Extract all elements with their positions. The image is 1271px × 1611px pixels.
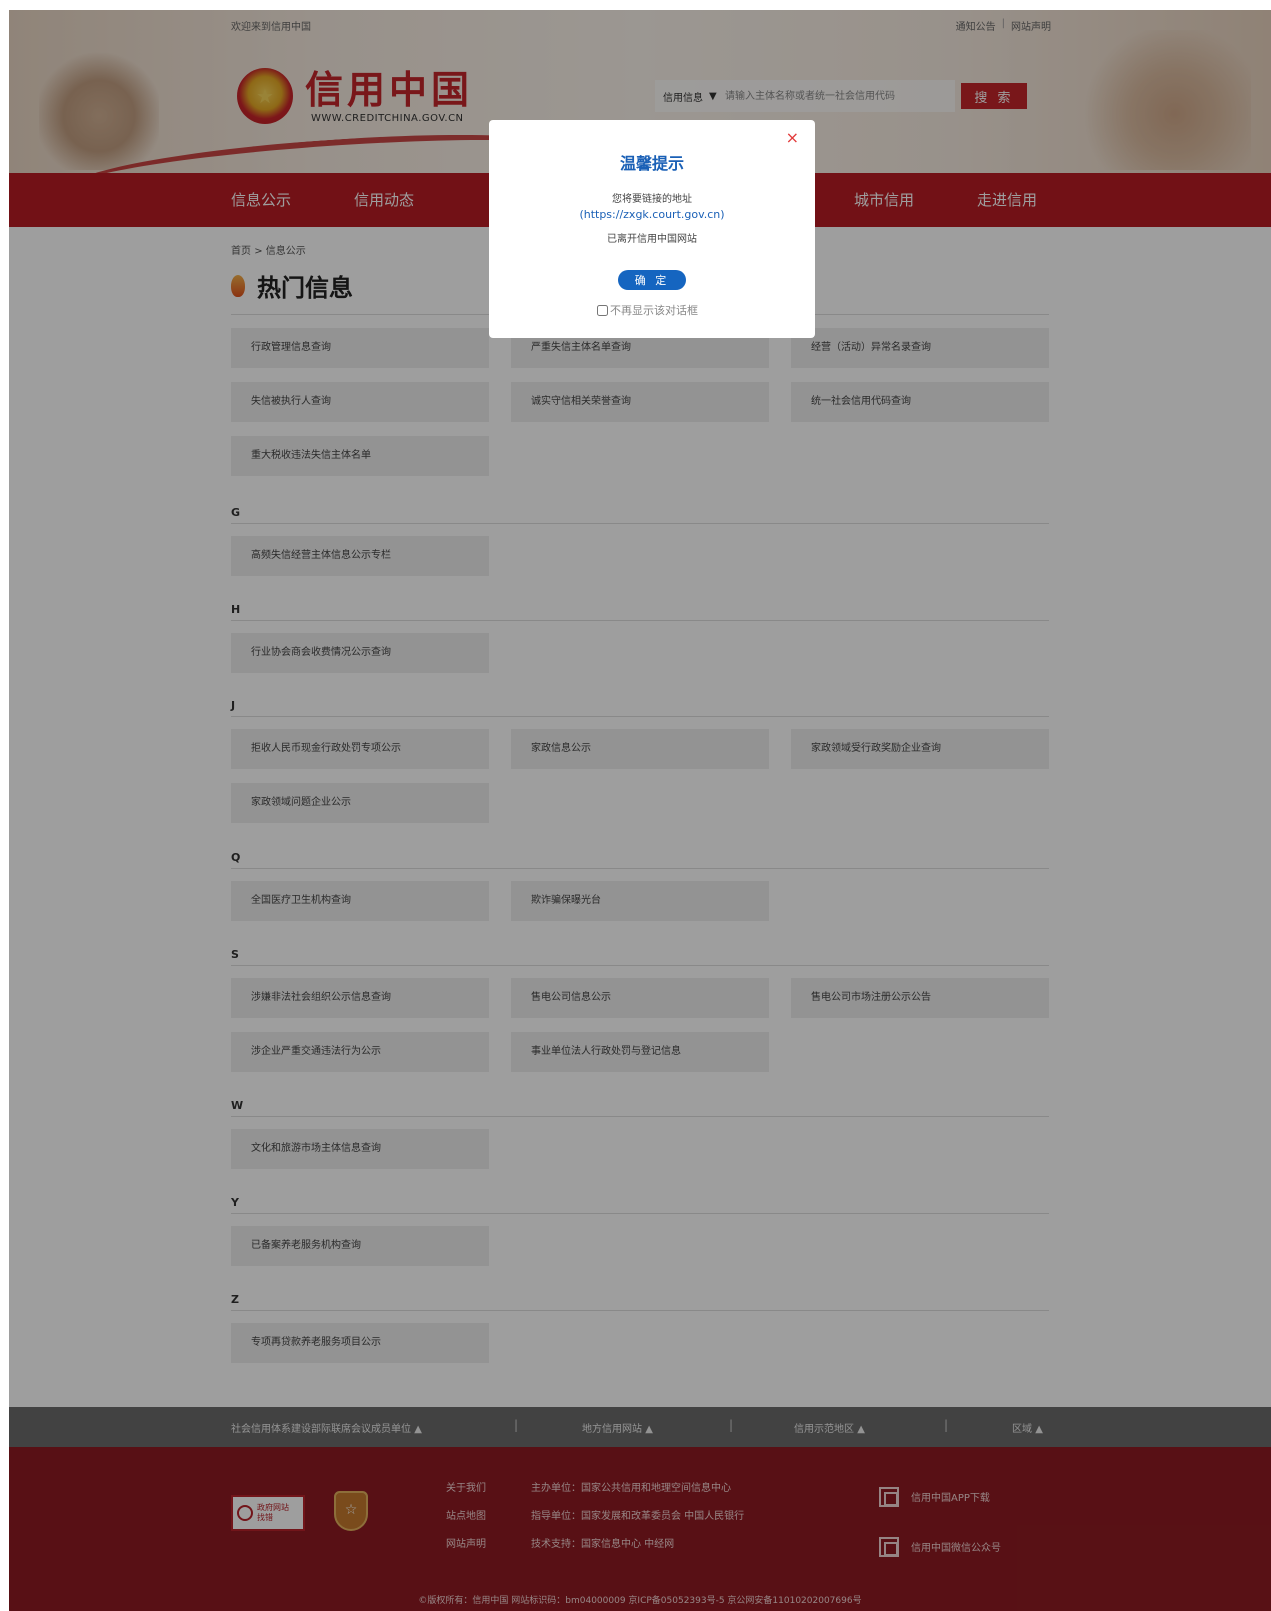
- close-icon[interactable]: ×: [786, 128, 799, 147]
- dont-show-again[interactable]: 不再显示该对话框: [597, 302, 698, 318]
- dialog-line-leaving: 您将要链接的地址: [612, 194, 692, 205]
- dialog-target-url: (https://zxgk.court.gov.cn): [579, 208, 725, 221]
- confirm-button[interactable]: 确 定: [618, 270, 686, 290]
- dialog-title: 温馨提示: [619, 154, 684, 173]
- dialog-line-left-site: 已离开信用中国网站: [607, 234, 697, 245]
- warm-tip-dialog: × 温馨提示 您将要链接的地址 (https://zxgk.court.gov.…: [489, 120, 815, 338]
- dont-show-again-label: 不再显示该对话框: [610, 304, 698, 317]
- page: 欢迎来到信用中国 通知公告 | 网站声明 ★ 信用中国 WWW.CREDITCH…: [9, 10, 1271, 1611]
- dont-show-again-checkbox[interactable]: [597, 304, 608, 316]
